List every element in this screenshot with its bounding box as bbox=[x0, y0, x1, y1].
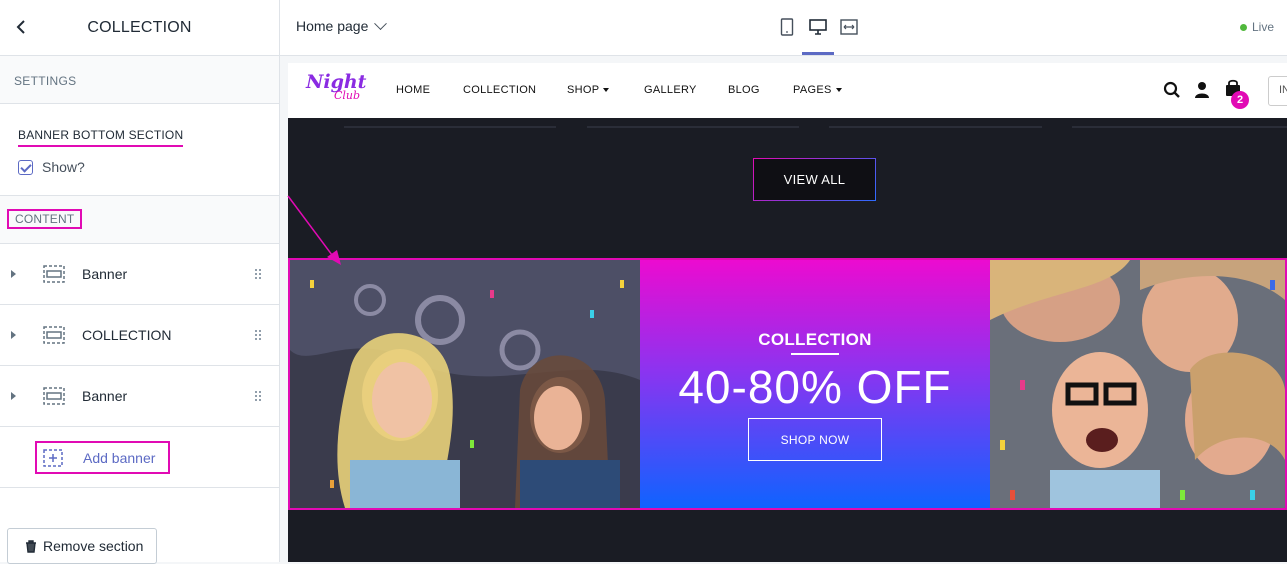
banner-promo: COLLECTION 40-80% OFF SHOP NOW bbox=[640, 260, 990, 508]
sidebar-header: COLLECTION bbox=[0, 0, 279, 56]
drag-handle-icon[interactable] bbox=[255, 391, 261, 401]
banner-image-right[interactable] bbox=[990, 260, 1285, 508]
store-preview: Night Club HOME COLLECTION SHOP GALLERY … bbox=[288, 63, 1287, 562]
content-label: CONTENT bbox=[7, 209, 83, 229]
banner-block-icon bbox=[43, 387, 65, 405]
cart-count-badge: 2 bbox=[1231, 91, 1249, 109]
party-photo-right bbox=[990, 260, 1285, 508]
live-label: Live bbox=[1251, 20, 1274, 34]
nav-pages[interactable]: PAGES bbox=[793, 84, 842, 96]
theme-editor-sidebar: COLLECTION SETTINGS BANNER BOTTOM SECTIO… bbox=[0, 0, 280, 564]
add-banner-label: Add banner bbox=[83, 449, 156, 466]
nav-label: COLLECTION bbox=[463, 84, 537, 96]
show-checkbox-row[interactable]: Show? bbox=[18, 159, 261, 175]
banner-block-icon bbox=[43, 326, 65, 344]
block-item-label: COLLECTION bbox=[82, 327, 172, 343]
active-device-indicator bbox=[802, 52, 834, 55]
remove-section-button[interactable]: Remove section bbox=[7, 528, 157, 564]
dropdown-caret-icon bbox=[603, 88, 610, 92]
expand-caret-icon[interactable] bbox=[11, 331, 16, 339]
dropdown-caret-icon bbox=[835, 88, 842, 92]
nav-home[interactable]: HOME bbox=[396, 84, 430, 96]
add-block-icon bbox=[43, 448, 63, 467]
block-item-collection[interactable]: COLLECTION bbox=[0, 305, 279, 366]
party-photo-left bbox=[290, 260, 640, 508]
banner-image-left[interactable] bbox=[290, 260, 640, 508]
shop-now-button[interactable]: SHOP NOW bbox=[748, 418, 882, 461]
nav-label: BLOG bbox=[728, 84, 760, 96]
nav-collection[interactable]: COLLECTION bbox=[463, 84, 536, 96]
nav-label: GALLERY bbox=[644, 84, 697, 96]
product-card-edge bbox=[587, 118, 799, 128]
remove-section-label: Remove section bbox=[43, 538, 144, 554]
page-selector[interactable]: Home page bbox=[296, 16, 388, 34]
trash-icon bbox=[26, 539, 36, 553]
add-block-row: Add banner bbox=[0, 427, 279, 488]
site-logo[interactable]: Night Club bbox=[306, 71, 366, 107]
expand-caret-icon[interactable] bbox=[11, 392, 16, 400]
product-card-edge bbox=[1072, 118, 1287, 128]
expand-caret-icon[interactable] bbox=[11, 270, 16, 278]
banner-section-settings: BANNER BOTTOM SECTION Show? bbox=[0, 104, 279, 196]
block-item-banner-2[interactable]: Banner bbox=[0, 366, 279, 427]
sidebar-title: COLLECTION bbox=[87, 18, 192, 36]
product-card-edge bbox=[344, 118, 556, 128]
mobile-icon bbox=[780, 18, 794, 36]
chevron-left-icon bbox=[16, 20, 25, 34]
banner-title: 40-80% OFF bbox=[678, 361, 952, 413]
desktop-icon bbox=[809, 19, 827, 35]
drag-handle-icon[interactable] bbox=[255, 269, 261, 279]
add-banner-button[interactable]: Add banner bbox=[35, 441, 170, 474]
page-selector-value: Home page bbox=[296, 18, 369, 34]
live-status: Live bbox=[1239, 20, 1274, 34]
fullscreen-view-button[interactable] bbox=[839, 16, 859, 38]
chevron-down-icon bbox=[374, 16, 388, 30]
mobile-view-button[interactable] bbox=[777, 16, 797, 38]
logo-text-club: Club bbox=[334, 89, 361, 102]
desktop-view-button[interactable] bbox=[808, 16, 828, 38]
editor-topbar: Home page Live bbox=[280, 0, 1287, 56]
back-button[interactable] bbox=[10, 16, 32, 38]
live-dot-icon bbox=[1239, 23, 1247, 31]
section-heading: BANNER BOTTOM SECTION bbox=[18, 128, 184, 147]
fullscreen-icon bbox=[840, 19, 858, 35]
settings-label: SETTINGS bbox=[0, 56, 279, 104]
nav-shop[interactable]: SHOP bbox=[567, 84, 610, 96]
header-input-stub[interactable]: IN bbox=[1268, 76, 1287, 106]
account-icon[interactable] bbox=[1193, 81, 1211, 99]
site-header: Night Club HOME COLLECTION SHOP GALLERY … bbox=[288, 63, 1287, 118]
nav-label: HOME bbox=[396, 84, 431, 96]
banner-block-icon bbox=[43, 265, 65, 283]
nav-gallery[interactable]: GALLERY bbox=[644, 84, 697, 96]
block-item-label: Banner bbox=[82, 388, 128, 404]
view-all-button[interactable]: VIEW ALL bbox=[753, 158, 876, 201]
banner-subtitle: COLLECTION bbox=[758, 330, 872, 349]
nav-label: SHOP bbox=[567, 84, 600, 96]
drag-handle-icon[interactable] bbox=[255, 330, 261, 340]
nav-blog[interactable]: BLOG bbox=[728, 84, 760, 96]
banner-divider bbox=[791, 353, 839, 355]
block-item-banner-1[interactable]: Banner bbox=[0, 244, 279, 305]
search-icon[interactable] bbox=[1163, 81, 1181, 99]
product-card-edge bbox=[829, 118, 1042, 128]
banner-bottom-section: COLLECTION 40-80% OFF SHOP NOW bbox=[288, 258, 1287, 510]
block-item-label: Banner bbox=[82, 266, 128, 282]
content-header: CONTENT bbox=[0, 196, 279, 244]
show-checkbox[interactable] bbox=[18, 159, 33, 175]
show-checkbox-label: Show? bbox=[42, 159, 85, 175]
nav-label: PAGES bbox=[793, 84, 832, 96]
